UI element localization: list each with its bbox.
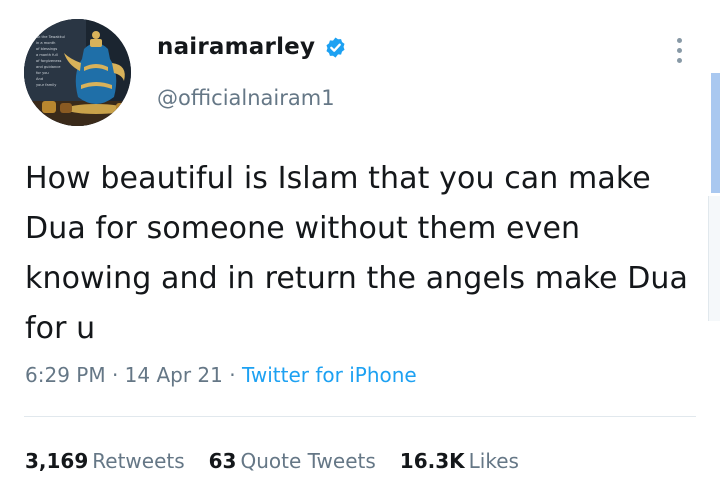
avatar-text-line: And <box>36 77 43 81</box>
avatar-image: Ask the Tawakkul in a month of blessings… <box>24 19 131 126</box>
avatar-text-line: Ask the Tawakkul <box>34 35 65 39</box>
retweets-count: 3,169 <box>25 449 89 473</box>
avatar-text-line: your family <box>36 83 57 87</box>
avatar-text-line: and guidance <box>36 65 61 69</box>
avatar-text-line: of blessings <box>36 47 57 51</box>
quote-tweets-count: 63 <box>208 449 237 473</box>
tweet-metadata: 6:29 PM · 14 Apr 21 · Twitter for iPhone <box>25 363 417 387</box>
quote-tweets-label: Quote Tweets <box>240 449 376 473</box>
quote-tweets-stat[interactable]: 63 Quote Tweets <box>209 449 376 473</box>
tweet-text: How beautiful is Islam that you can make… <box>25 154 695 354</box>
divider <box>24 416 696 417</box>
retweets-stat[interactable]: 3,169 Retweets <box>25 449 185 473</box>
tweet-text-line: for u <box>25 311 96 346</box>
tweet-text-line: How beautiful is Islam that you can make <box>25 161 651 196</box>
avatar-text-line: of forgiveness <box>36 59 61 63</box>
more-vertical-icon[interactable] <box>672 38 686 68</box>
tweet-text-line: knowing and in return the angels make Du… <box>25 261 689 296</box>
tweet-date[interactable]: 14 Apr 21 <box>125 363 223 387</box>
avatar[interactable]: Ask the Tawakkul in a month of blessings… <box>24 19 131 126</box>
likes-count: 16.3K <box>399 449 465 473</box>
avatar-text-line: a month full <box>36 53 58 57</box>
likes-stat[interactable]: 16.3K Likes <box>400 449 519 473</box>
user-handle[interactable]: @officialnairam1 <box>157 86 335 110</box>
tweet-stats: 3,169 Retweets 63 Quote Tweets 16.3K Likes <box>25 449 543 473</box>
verified-badge-icon <box>324 36 347 59</box>
tweet-source-link[interactable]: Twitter for iPhone <box>242 363 417 387</box>
display-name[interactable]: nairamarley <box>157 34 315 60</box>
meta-separator: · <box>229 363 236 387</box>
retweets-label: Retweets <box>92 449 185 473</box>
scrollbar[interactable] <box>711 73 720 193</box>
tweet-time[interactable]: 6:29 PM <box>25 363 106 387</box>
meta-separator: · <box>111 363 119 387</box>
likes-label: Likes <box>468 449 519 473</box>
tweet-text-line: Dua for someone without them even <box>25 211 581 246</box>
adjacent-panel-edge <box>708 196 720 321</box>
display-name-row[interactable]: nairamarley <box>157 34 347 60</box>
avatar-text-line: in a month <box>36 41 55 45</box>
avatar-text-line: for you <box>36 71 49 75</box>
